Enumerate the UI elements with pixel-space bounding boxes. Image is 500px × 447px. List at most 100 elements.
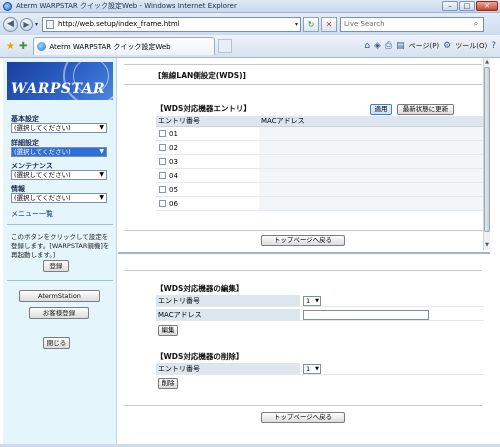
new-tab-button[interactable] — [218, 39, 233, 53]
delete-entry-row: エントリ番号 1 ▼ — [156, 363, 484, 375]
table-header: エントリ番号 MACアドレス — [156, 116, 484, 127]
tab-page-icon — [37, 42, 47, 51]
edit-mac-input[interactable] — [303, 309, 429, 320]
upper-scrollbar[interactable]: ▲ ▼ — [483, 58, 490, 250]
refresh-status-button[interactable]: 最新状態に更新 — [397, 104, 454, 115]
search-input[interactable]: Live Search ⌕ — [340, 16, 485, 32]
help-icon[interactable]: ? — [491, 41, 496, 51]
scrollbar-thumb[interactable] — [484, 67, 490, 232]
apply-button[interactable]: 適用 — [370, 104, 392, 115]
divider — [124, 270, 482, 271]
delete-entry-value: 1 — [306, 364, 311, 373]
tools-menu-icon: ⚙ — [443, 41, 452, 51]
table-row: 04 — [156, 169, 484, 183]
add-favorites-icon[interactable]: ✚ — [19, 41, 27, 52]
search-icon[interactable]: ⌕ — [469, 18, 483, 31]
mac-cell — [259, 169, 484, 182]
menu-select-info[interactable]: (選択してください) ▼ — [11, 193, 107, 203]
register-button[interactable]: 登録 — [43, 260, 69, 272]
page-icon — [46, 19, 55, 29]
mac-cell — [259, 127, 484, 140]
table-row: 06 — [156, 197, 484, 211]
window-title-bar: Aterm WARPSTAR クイック設定Web - Windows Inter… — [0, 0, 500, 13]
menu-select-detail-value: (選択してください) — [14, 148, 71, 156]
tab-current[interactable]: Aterm WARPSTAR クイック設定Web — [33, 37, 216, 55]
mac-cell — [259, 155, 484, 168]
table-row: 05 — [156, 183, 484, 197]
window-controls: – □ ✕ — [442, 1, 498, 11]
scroll-down-icon[interactable]: ▼ — [484, 241, 490, 249]
edit-entry-select[interactable]: 1 ▼ — [303, 295, 321, 306]
table-row: 02 — [156, 141, 484, 155]
window-title: Aterm WARPSTAR クイック設定Web - Windows Inter… — [16, 2, 237, 10]
aterm-station-button[interactable]: AtermStation — [19, 290, 100, 302]
menu-select-basic[interactable]: (選択してください) ▼ — [11, 123, 107, 133]
minimize-button[interactable]: – — [442, 1, 458, 11]
tools-menu[interactable]: ツール(O) — [455, 41, 487, 51]
edit-button[interactable]: 編集 — [158, 325, 178, 336]
feeds-icon[interactable]: ◈ — [374, 41, 381, 51]
edit-entry-label: エントリ番号 — [156, 295, 300, 306]
tab-title: Aterm WARPSTAR クイック設定Web — [49, 42, 171, 51]
scroll-up-icon[interactable]: ▲ — [484, 58, 490, 66]
delete-button[interactable]: 削除 — [158, 378, 178, 389]
delete-section-title: 【WDS対応機器の削除】 — [156, 352, 244, 361]
close-button[interactable]: ✕ — [476, 1, 498, 11]
sidebar-frame: WARPSTAR 基本設定 (選択してください) ▼ 詳細設定 (選択してくださ… — [3, 58, 117, 444]
favorites-star-icon[interactable]: ★ — [6, 41, 15, 52]
logo-text: WARPSTAR — [11, 81, 106, 97]
table-row: 01 — [156, 127, 484, 141]
home-icon[interactable]: ⌂ — [364, 41, 370, 51]
wds-entry-table: エントリ番号 MACアドレス 01 02 03 04 05 06 — [156, 116, 484, 211]
top-page-button-2[interactable]: トップページへ戻る — [261, 412, 345, 423]
chevron-down-icon: ▼ — [99, 124, 104, 131]
command-bar: ⌂ ◈ ⎙ ▤ ページ(P) ⚙ ツール(O) ? — [364, 41, 496, 51]
top-page-button[interactable]: トップページへ戻る — [261, 235, 345, 246]
browser-content: WARPSTAR 基本設定 (選択してください) ▼ 詳細設定 (選択してくださ… — [0, 58, 500, 447]
main-frame: [無線LAN側設定(WDS)] 【WDS対応機器エントリ】 適用 最新状態に更新… — [118, 58, 490, 444]
menu-select-detail[interactable]: (選択してください) ▼ — [11, 147, 107, 157]
address-bar[interactable]: http://web.setup/index_frame.html ▾ — [42, 16, 302, 32]
edit-section-title: 【WDS対応機器の編集】 — [156, 284, 244, 293]
entry-number: 06 — [169, 199, 178, 208]
refresh-button[interactable]: ↻ — [303, 16, 320, 32]
entry-checkbox[interactable] — [159, 186, 166, 193]
address-toolbar: ◀ ▶ ▾ http://web.setup/index_frame.html … — [0, 13, 500, 35]
mac-cell — [259, 141, 484, 154]
entry-checkbox[interactable] — [159, 200, 166, 207]
entry-number: 03 — [169, 157, 178, 166]
divider — [124, 405, 482, 406]
edit-entry-row: エントリ番号 1 ▼ — [156, 295, 484, 307]
history-dropdown-icon[interactable]: ▾ — [35, 21, 38, 28]
mac-cell — [259, 183, 484, 196]
sidebar-divider — [7, 280, 113, 281]
address-dropdown-icon[interactable]: ▾ — [295, 21, 298, 28]
frame-splitter[interactable] — [118, 252, 490, 254]
divider — [124, 230, 482, 231]
menu-list-link[interactable]: メニュー一覧 — [11, 209, 53, 219]
stop-button[interactable]: ✕ — [321, 16, 338, 32]
entry-checkbox[interactable] — [159, 158, 166, 165]
address-url[interactable]: http://web.setup/index_frame.html — [58, 20, 180, 28]
forward-button[interactable]: ▶ — [20, 17, 33, 31]
entry-number: 02 — [169, 143, 178, 152]
column-header-mac: MACアドレス — [261, 117, 305, 125]
page-menu[interactable]: ページ(P) — [409, 41, 440, 51]
edit-mac-row: MACアドレス — [156, 309, 484, 321]
sidebar-divider — [7, 224, 113, 225]
print-icon[interactable]: ⎙ — [385, 41, 392, 51]
menu-select-maintenance[interactable]: (選択してください) ▼ — [11, 170, 107, 180]
menu-select-info-value: (選択してください) — [14, 194, 71, 202]
warpstar-logo: WARPSTAR — [7, 62, 113, 100]
entry-number: 04 — [169, 171, 178, 180]
entry-checkbox[interactable] — [159, 130, 166, 137]
customer-register-button[interactable]: お客様登録 — [29, 307, 89, 319]
entry-checkbox[interactable] — [159, 172, 166, 179]
maximize-button[interactable]: □ — [459, 1, 475, 11]
close-window-button[interactable]: 閉じる — [43, 337, 70, 349]
chevron-down-icon: ▼ — [99, 171, 104, 178]
delete-entry-select[interactable]: 1 ▼ — [303, 363, 321, 374]
entry-checkbox[interactable] — [159, 144, 166, 151]
search-placeholder: Live Search — [344, 20, 385, 28]
back-button[interactable]: ◀ — [3, 16, 18, 32]
